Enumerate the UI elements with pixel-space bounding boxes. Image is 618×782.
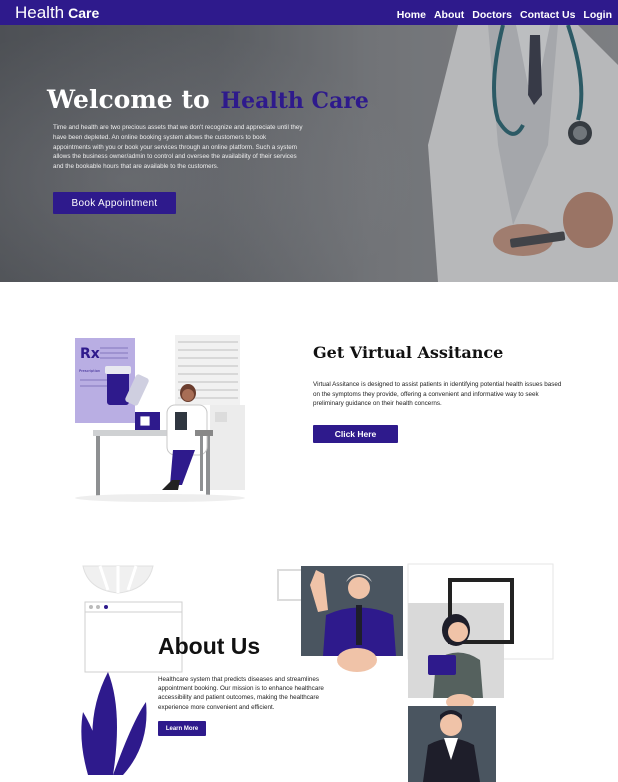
navbar: Health Care Home About Doctors Contact Us…	[0, 0, 618, 25]
nav-contact-link[interactable]: Contact Us	[520, 9, 575, 21]
nav-doctors-link[interactable]: Doctors	[472, 9, 512, 21]
brand-part-health: Health	[15, 3, 65, 22]
about-illustration	[81, 563, 554, 782]
about-title: About Us	[158, 633, 261, 659]
hero-section: Welcome to Health Care Time and health a…	[0, 25, 618, 282]
book-appointment-button[interactable]: Book Appointment	[53, 192, 176, 214]
svg-text:Rx: Rx	[80, 346, 100, 362]
hero-title: Welcome to Health Care	[47, 85, 369, 114]
virtual-assistance-title: Get Virtual Assitance	[313, 343, 504, 362]
hero-description: Time and health are two precious assets …	[53, 124, 303, 171]
virtual-assistance-description: Virtual Assitance is designed to assist …	[313, 381, 562, 407]
nav-login-link[interactable]: Login	[583, 9, 612, 21]
brand-part-care: Care	[68, 5, 100, 21]
nav-about-link[interactable]: About	[434, 9, 464, 21]
learn-more-button[interactable]: Learn More	[158, 721, 206, 736]
hero-title-brand: Health Care	[220, 88, 369, 114]
nav-links: Home About Doctors Contact Us Login	[397, 9, 612, 21]
prescription-label: Prescription	[79, 369, 100, 373]
hero-title-welcome: Welcome to	[47, 85, 210, 114]
click-here-button[interactable]: Click Here	[313, 425, 398, 443]
nav-home-link[interactable]: Home	[397, 9, 426, 21]
virtual-assistance-illustration: Rx Prescription	[75, 335, 245, 502]
about-description: Healthcare system that predicts diseases…	[158, 676, 324, 711]
brand-logo[interactable]: Health Care	[15, 4, 99, 22]
